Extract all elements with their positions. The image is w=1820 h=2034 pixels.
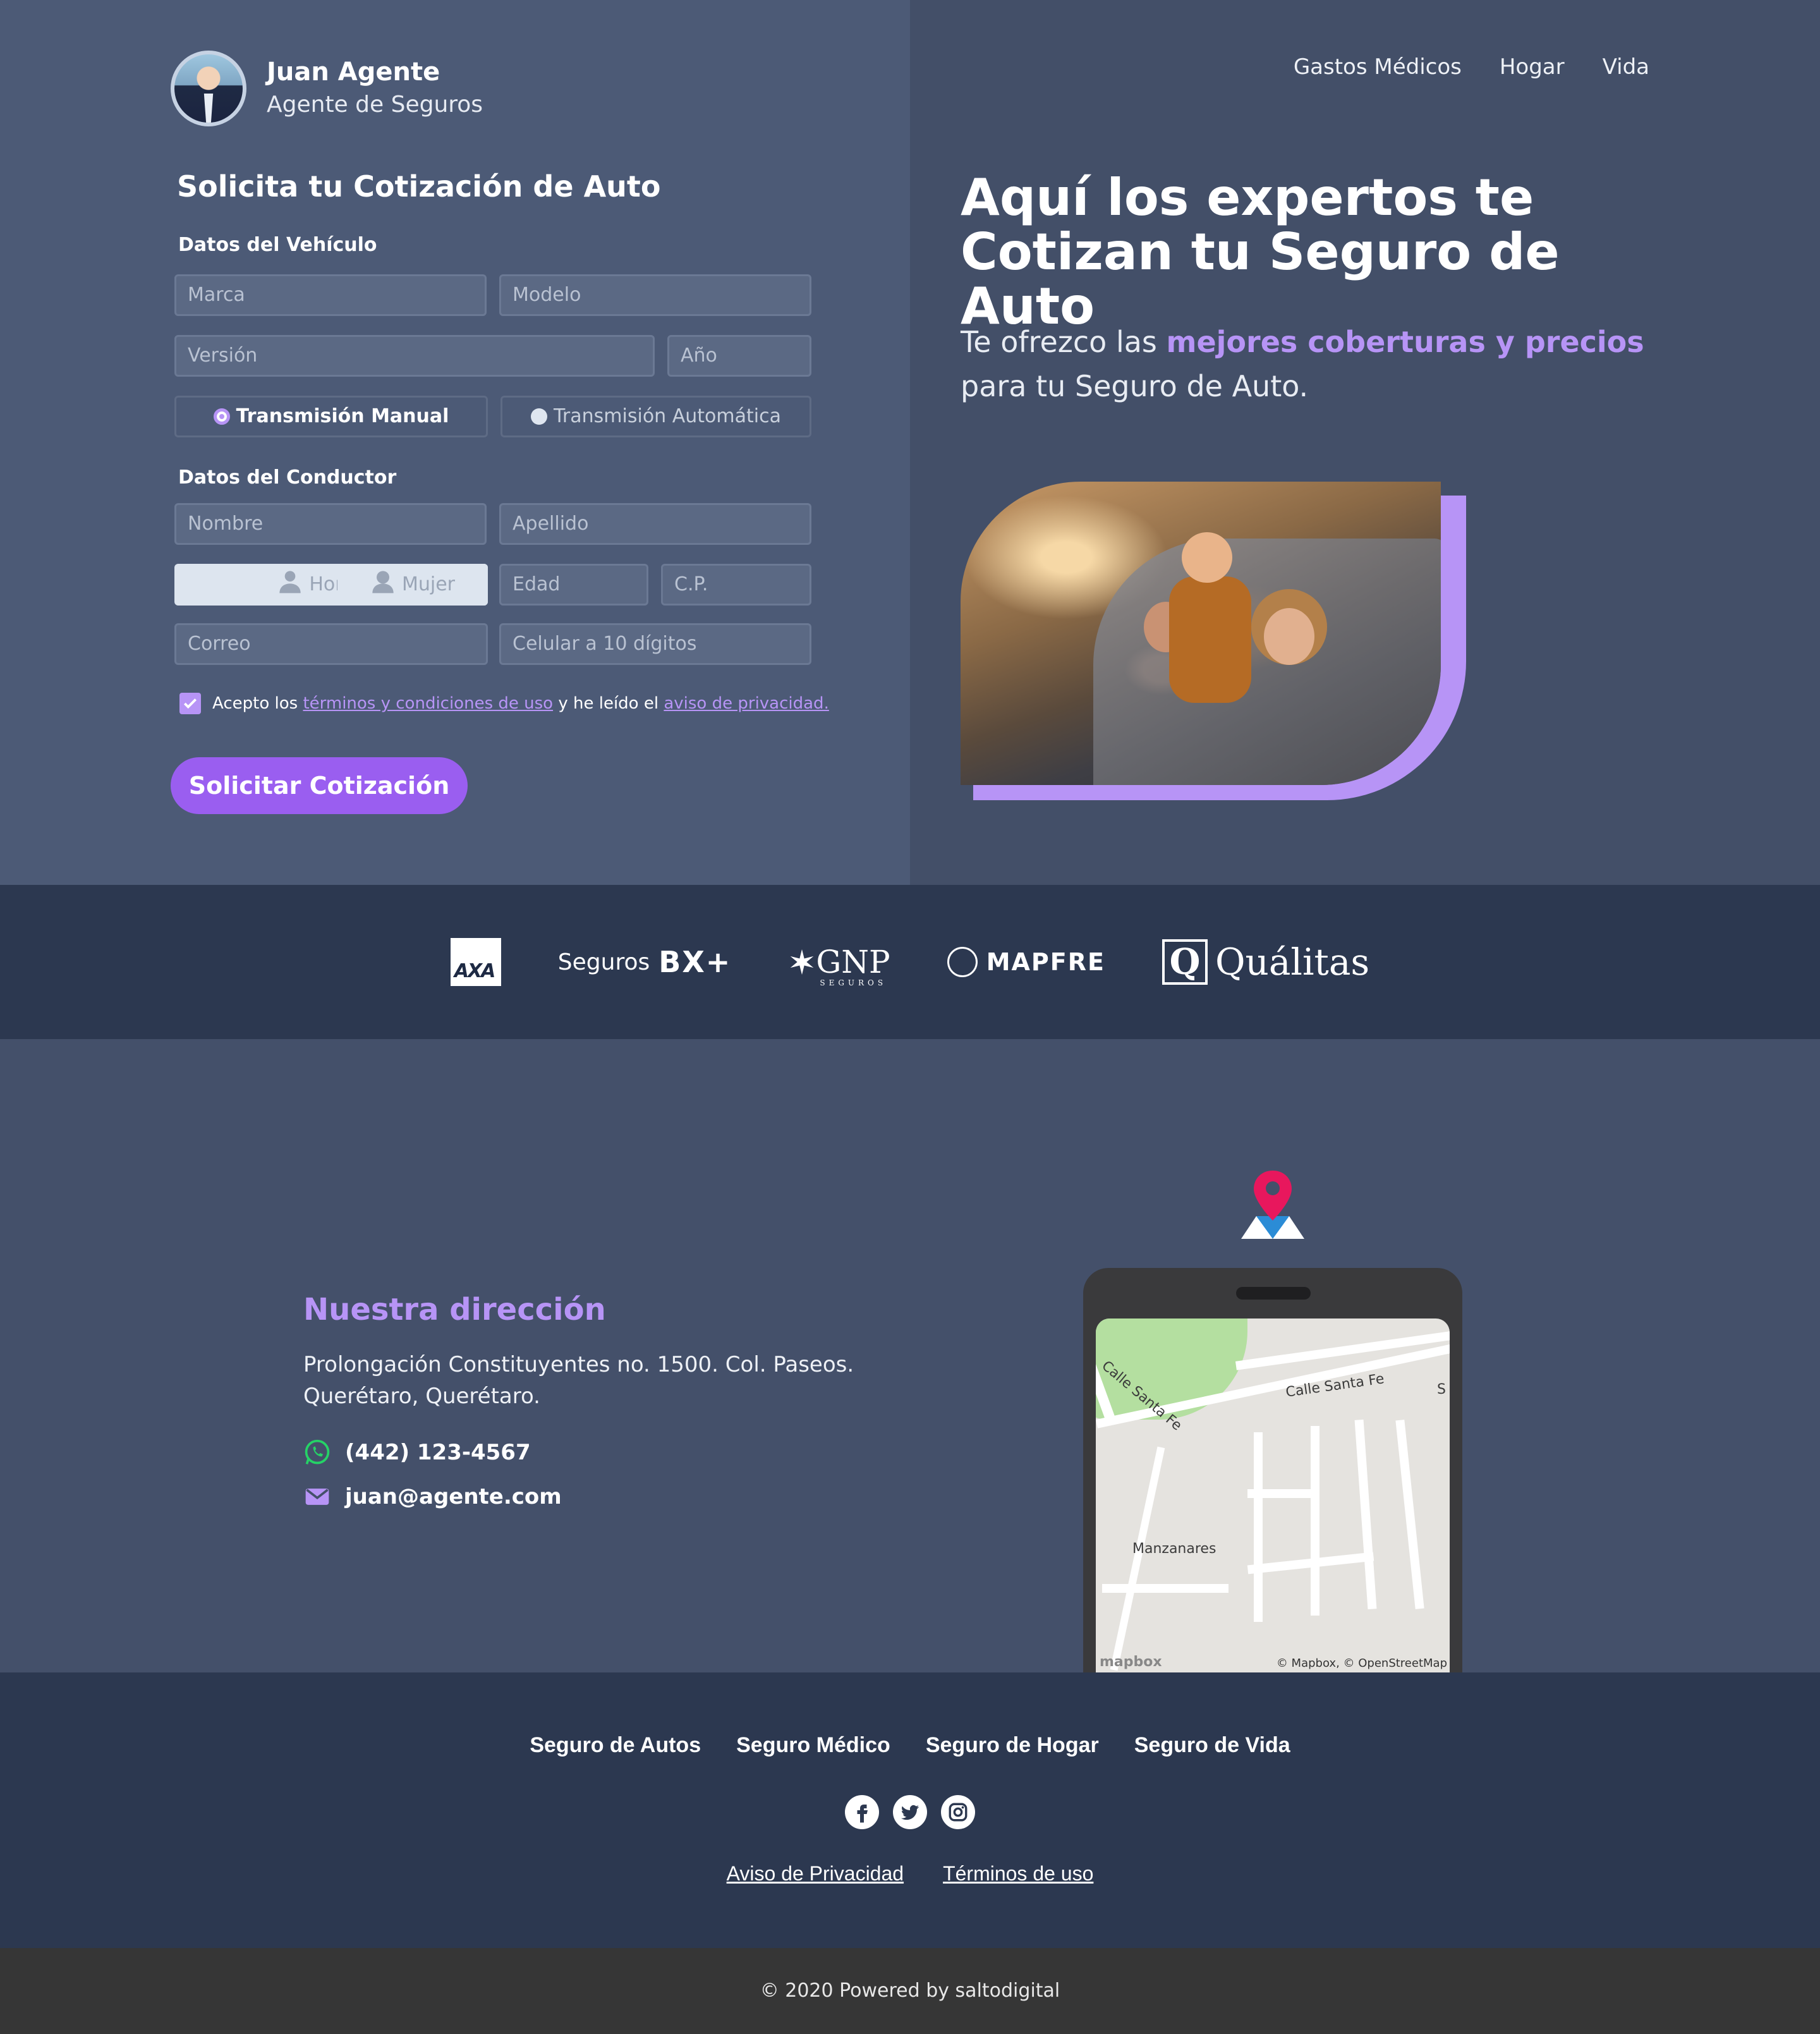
agent-role: Agente de Seguros xyxy=(267,92,483,118)
vehicle-section-label: Datos del Vehículo xyxy=(178,234,377,256)
apellido-field[interactable]: Apellido xyxy=(499,503,811,545)
footer-link-vida[interactable]: Seguro de Vida xyxy=(1134,1733,1290,1758)
address-text: Prolongación Constituyentes no. 1500. Co… xyxy=(303,1349,854,1412)
cp-field[interactable]: C.P. xyxy=(661,564,811,606)
driver-section-label: Datos del Conductor xyxy=(178,466,397,489)
bx-plus-logo: Seguros BX+ xyxy=(558,945,732,979)
privacy-link[interactable]: aviso de privacidad. xyxy=(664,694,829,713)
footer-link-autos[interactable]: Seguro de Autos xyxy=(530,1733,701,1758)
gnp-logo: GNP SEGUROS xyxy=(788,944,890,987)
whatsapp-icon xyxy=(305,1439,330,1465)
footer-link-hogar[interactable]: Seguro de Hogar xyxy=(926,1733,1099,1758)
footer-nav: Seguro de Autos Seguro Médico Seguro de … xyxy=(0,1733,1820,1758)
transmission-manual-toggle[interactable]: Transmisión Manual xyxy=(174,396,488,437)
phone-mockup: Calle Santa Fe Calle Santa Fe Manzanares… xyxy=(1083,1268,1462,1672)
privacy-notice-link[interactable]: Aviso de Privacidad xyxy=(727,1862,904,1885)
gnp-star-icon xyxy=(791,949,814,975)
address-section: Nuestra dirección Prolongación Constituy… xyxy=(0,1039,1820,1672)
nombre-field[interactable]: Nombre xyxy=(174,503,487,545)
mapfre-logo: MAPFRE xyxy=(947,947,1105,977)
transmission-automatic-label: Transmisión Automática xyxy=(554,405,781,427)
terms-prefix: Acepto los xyxy=(212,694,298,713)
user-female-icon xyxy=(372,571,394,594)
user-icon xyxy=(279,571,301,594)
location-map[interactable]: Calle Santa Fe Calle Santa Fe Manzanares… xyxy=(1096,1318,1450,1672)
nav-item-gastos-medicos[interactable]: Gastos Médicos xyxy=(1294,54,1462,80)
terms-consent: Acepto los términos y condiciones de uso… xyxy=(179,693,829,714)
map-pin-icon xyxy=(1241,1171,1304,1239)
hero-title-line1: Aquí los expertos te xyxy=(961,168,1534,227)
bx-wordmark: BX+ xyxy=(658,945,732,979)
version-field[interactable]: Versión xyxy=(174,335,655,377)
gender-female-label: Mujer xyxy=(401,573,456,595)
address-line1: Prolongación Constituyentes no. 1500. Co… xyxy=(303,1352,854,1377)
mapfre-ring-icon xyxy=(947,947,978,977)
twitter-icon[interactable] xyxy=(893,1795,927,1829)
nav-item-vida[interactable]: Vida xyxy=(1603,54,1649,80)
address-title: Nuestra dirección xyxy=(303,1292,606,1327)
hero-title: Aquí los expertos te Cotizan tu Seguro d… xyxy=(961,171,1656,334)
transmission-automatic-toggle[interactable]: Transmisión Automática xyxy=(500,396,811,437)
copyright: © 2020 Powered by saltodigital xyxy=(0,1948,1820,2034)
quote-form-panel: Juan Agente Agente de Seguros Solicita t… xyxy=(0,0,910,885)
family-car-photo xyxy=(961,482,1441,785)
nav-item-hogar[interactable]: Hogar xyxy=(1500,54,1565,80)
marca-field[interactable]: Marca xyxy=(174,274,487,316)
qualitas-wordmark: Quálitas xyxy=(1215,941,1370,984)
celular-field[interactable]: Celular a 10 dígitos xyxy=(499,623,811,665)
legal-links: Aviso de Privacidad Términos de uso xyxy=(0,1862,1820,1885)
mapfre-wordmark: MAPFRE xyxy=(986,948,1105,976)
terms-link[interactable]: términos y condiciones de uso xyxy=(303,694,553,713)
agent-name: Juan Agente xyxy=(267,58,440,87)
footer-link-medico[interactable]: Seguro Médico xyxy=(736,1733,890,1758)
terms-checkbox[interactable] xyxy=(179,693,201,714)
instagram-icon[interactable] xyxy=(941,1795,975,1829)
qualitas-logo: Q Quálitas xyxy=(1162,939,1369,985)
map-attribution[interactable]: © Mapbox, © OpenStreetMap xyxy=(1277,1657,1447,1670)
phone-number: (442) 123-4567 xyxy=(345,1440,531,1465)
social-links xyxy=(0,1795,1820,1829)
gnp-sub: SEGUROS xyxy=(820,978,887,987)
email-contact[interactable]: juan@agente.com xyxy=(303,1483,562,1511)
gender-female-button[interactable]: Mujer xyxy=(337,564,488,606)
avatar xyxy=(171,51,246,126)
hero-sub-prefix: Te ofrezco las xyxy=(961,325,1157,359)
radio-selected-icon xyxy=(213,408,230,425)
mail-icon xyxy=(305,1489,329,1505)
form-title: Solicita tu Cotización de Auto xyxy=(177,169,661,204)
check-icon xyxy=(183,698,197,709)
email-address: juan@agente.com xyxy=(345,1484,562,1509)
correo-field[interactable]: Correo xyxy=(174,623,488,665)
map-label-area: Manzanares xyxy=(1132,1541,1216,1557)
hero-image xyxy=(961,482,1466,800)
anio-field[interactable]: Año xyxy=(667,335,811,377)
hero-title-line2: Cotizan tu Seguro de Auto xyxy=(961,222,1560,336)
address-line2: Querétaro, Querétaro. xyxy=(303,1384,540,1409)
modelo-field[interactable]: Modelo xyxy=(499,274,811,316)
transmission-manual-label: Transmisión Manual xyxy=(236,405,449,427)
facebook-icon[interactable] xyxy=(845,1795,879,1829)
hero-subtitle: Te ofrezco las mejores coberturas y prec… xyxy=(961,320,1656,408)
terms-of-use-link[interactable]: Términos de uso xyxy=(943,1862,1093,1885)
hero-section: Juan Agente Agente de Seguros Solicita t… xyxy=(0,0,1820,885)
phone-speaker xyxy=(1236,1287,1311,1300)
radio-unselected-icon xyxy=(531,408,548,425)
top-nav: Gastos Médicos Hogar Vida xyxy=(1294,54,1649,80)
mapbox-logo[interactable]: mapbox xyxy=(1100,1654,1162,1670)
map-label-edge: S xyxy=(1437,1382,1446,1398)
phone-contact[interactable]: (442) 123-4567 xyxy=(303,1439,531,1466)
axa-wordmark: AXA xyxy=(454,960,496,982)
gnp-wordmark: GNP xyxy=(816,944,890,980)
axa-logo: AXA xyxy=(450,938,501,986)
agent-profile: Juan Agente Agente de Seguros xyxy=(171,51,483,126)
hero-sub-suffix: para tu Seguro de Auto. xyxy=(961,369,1309,403)
terms-middle: y he leído el xyxy=(558,694,659,713)
edad-field[interactable]: Edad xyxy=(499,564,648,606)
hero-sub-highlight: mejores coberturas y precios xyxy=(1166,325,1644,359)
submit-quote-button[interactable]: Solicitar Cotización xyxy=(171,757,468,814)
bx-prefix: Seguros xyxy=(557,949,650,975)
qualitas-q-icon: Q xyxy=(1162,939,1208,985)
footer: Seguro de Autos Seguro Médico Seguro de … xyxy=(0,1672,1820,1948)
insurer-logos: AXA Seguros BX+ GNP SEGUROS MAPFRE Q Quálit… xyxy=(0,885,1820,1039)
